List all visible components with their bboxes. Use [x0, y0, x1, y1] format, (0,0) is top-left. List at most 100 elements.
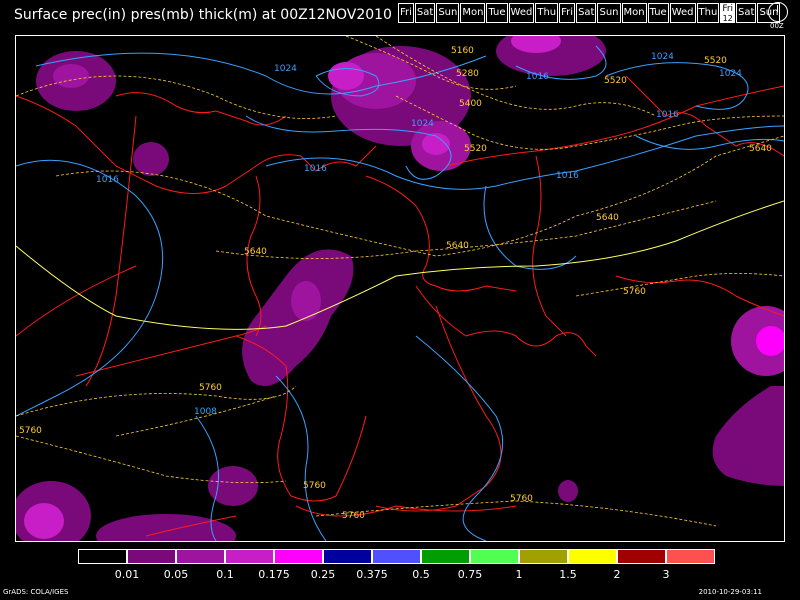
thickness-label: 5400 — [459, 99, 482, 109]
precip-area — [328, 62, 364, 90]
legend-swatch — [617, 549, 666, 564]
thickness-label: 5280 — [456, 69, 479, 79]
legend-tick-label: 0.5 — [412, 568, 430, 581]
day-selector: Fri Sat Sun Mon Tue Wed Thu Fri Sat Sun Mon Tue Wed T… — [398, 3, 781, 23]
day-label: Fri — [722, 4, 734, 14]
day-label: Wed — [510, 7, 533, 18]
isobar-label: 1016 — [656, 110, 679, 120]
precip-legend-labels: 0.01 0.05 0.1 0.175 0.25 0.375 0.5 0.75 1 1.5 2 3 — [78, 568, 778, 582]
legend-tick-label: 0.1 — [216, 568, 234, 581]
coastline — [75, 325, 267, 377]
legend-tick-label: 2 — [613, 568, 621, 581]
legend-tick-label: 0.375 — [356, 568, 388, 581]
day-label: Wed — [671, 7, 694, 18]
clock-icon — [768, 2, 788, 22]
map-title: Surface prec(in) pres(mb) thick(m) at 00… — [14, 7, 392, 23]
thickness-label: 5640 — [446, 241, 469, 251]
thickness-label: 5640 — [244, 247, 267, 257]
day-label: Sat — [416, 7, 434, 18]
legend-tick-label: 0.75 — [457, 568, 483, 581]
legend-swatch — [323, 549, 372, 564]
isobar-label: 1024 — [411, 119, 434, 129]
precip-area — [558, 480, 578, 502]
day-thu[interactable]: Thu — [696, 3, 720, 23]
legend-tick-label: 0.175 — [258, 568, 290, 581]
thickness-label: 5760 — [623, 287, 646, 297]
thickness-label: 5640 — [749, 144, 772, 154]
precip-area — [133, 142, 169, 176]
precip-area — [291, 281, 321, 321]
clock-label: 00Z — [770, 22, 784, 30]
thickness-label: 5760 — [303, 481, 326, 491]
coastline — [115, 92, 287, 126]
legend-swatch — [127, 549, 176, 564]
legend-swatch — [176, 549, 225, 564]
precip-area — [24, 503, 64, 539]
isobar-label: 1024 — [719, 69, 742, 79]
thickness-label: 5520 — [604, 76, 627, 86]
credit-text: GrADS: COLA/IGES — [3, 588, 69, 596]
day-mon[interactable]: Mon — [621, 3, 647, 23]
isobar-label: 1016 — [96, 175, 119, 185]
day-sun[interactable]: Sun — [436, 3, 460, 23]
coastline — [365, 175, 517, 292]
isobar-label: 1016 — [304, 164, 327, 174]
isobar — [275, 375, 327, 542]
thickness-label: 5760 — [199, 383, 222, 393]
thickness-label: 5160 — [451, 46, 474, 56]
coastline — [375, 305, 502, 512]
coastline — [445, 85, 785, 167]
legend-swatch — [666, 549, 715, 564]
isobar-label: 1008 — [194, 407, 217, 417]
legend-swatch — [568, 549, 617, 564]
day-mon[interactable]: Mon — [460, 3, 486, 23]
day-label: Sat — [578, 7, 595, 18]
thickness-label: 5760 — [342, 511, 365, 521]
day-sat[interactable]: Sat — [736, 3, 757, 23]
day-wed[interactable]: Wed — [508, 3, 535, 23]
day-tue[interactable]: Tue — [647, 3, 669, 23]
day-sat[interactable]: Sat — [576, 3, 597, 23]
thickness-label: 5520 — [464, 144, 487, 154]
isobar-label: 1024 — [274, 64, 297, 74]
legend-tick-label: 3 — [662, 568, 670, 581]
legend-tick-label: 1 — [515, 568, 523, 581]
legend-swatch — [372, 549, 421, 564]
legend-swatch — [519, 549, 568, 564]
day-label: Mon — [623, 7, 645, 18]
coastline — [532, 155, 567, 337]
isobar-label: 1016 — [556, 171, 579, 181]
legend-swatch — [421, 549, 470, 564]
legend-swatch — [78, 549, 127, 564]
day-tue[interactable]: Tue — [486, 3, 508, 23]
isobar — [265, 125, 785, 190]
thickness-label: 5760 — [19, 426, 42, 436]
day-fri[interactable]: Fri 12 — [720, 3, 736, 23]
day-label: Sun — [599, 7, 619, 18]
timestamp: 2010-10-29-03:11 — [698, 588, 762, 596]
legend-tick-label: 1.5 — [559, 568, 577, 581]
thickness-label: 5760 — [510, 494, 533, 504]
day-thu[interactable]: Thu — [535, 3, 559, 23]
weather-map: 1024 1024 1024 1016 1016 1016 1016 1016 … — [11, 26, 800, 558]
day-fri[interactable]: Fri — [398, 3, 414, 23]
day-sun[interactable]: Sun — [597, 3, 621, 23]
precip-area — [96, 514, 236, 558]
day-wed[interactable]: Wed — [669, 3, 696, 23]
precip-area — [208, 466, 258, 506]
day-fri[interactable]: Fri — [559, 3, 576, 23]
coastline — [415, 285, 597, 357]
day-label: Thu — [537, 7, 557, 18]
day-number: 12 — [722, 14, 733, 23]
map-canvas: 1024 1024 1024 1016 1016 1016 1016 1016 … — [11, 26, 800, 558]
isobar-label: 1024 — [651, 52, 674, 62]
isobar — [483, 185, 577, 270]
thickness-line — [575, 273, 785, 297]
day-label: Sun — [438, 7, 458, 18]
day-sat[interactable]: Sat — [414, 3, 436, 23]
legend-tick-label: 0.01 — [114, 568, 140, 581]
isobar-label: 1016 — [526, 72, 549, 82]
legend-swatch — [470, 549, 519, 564]
day-label: Tue — [488, 7, 506, 18]
legend-swatch — [274, 549, 323, 564]
